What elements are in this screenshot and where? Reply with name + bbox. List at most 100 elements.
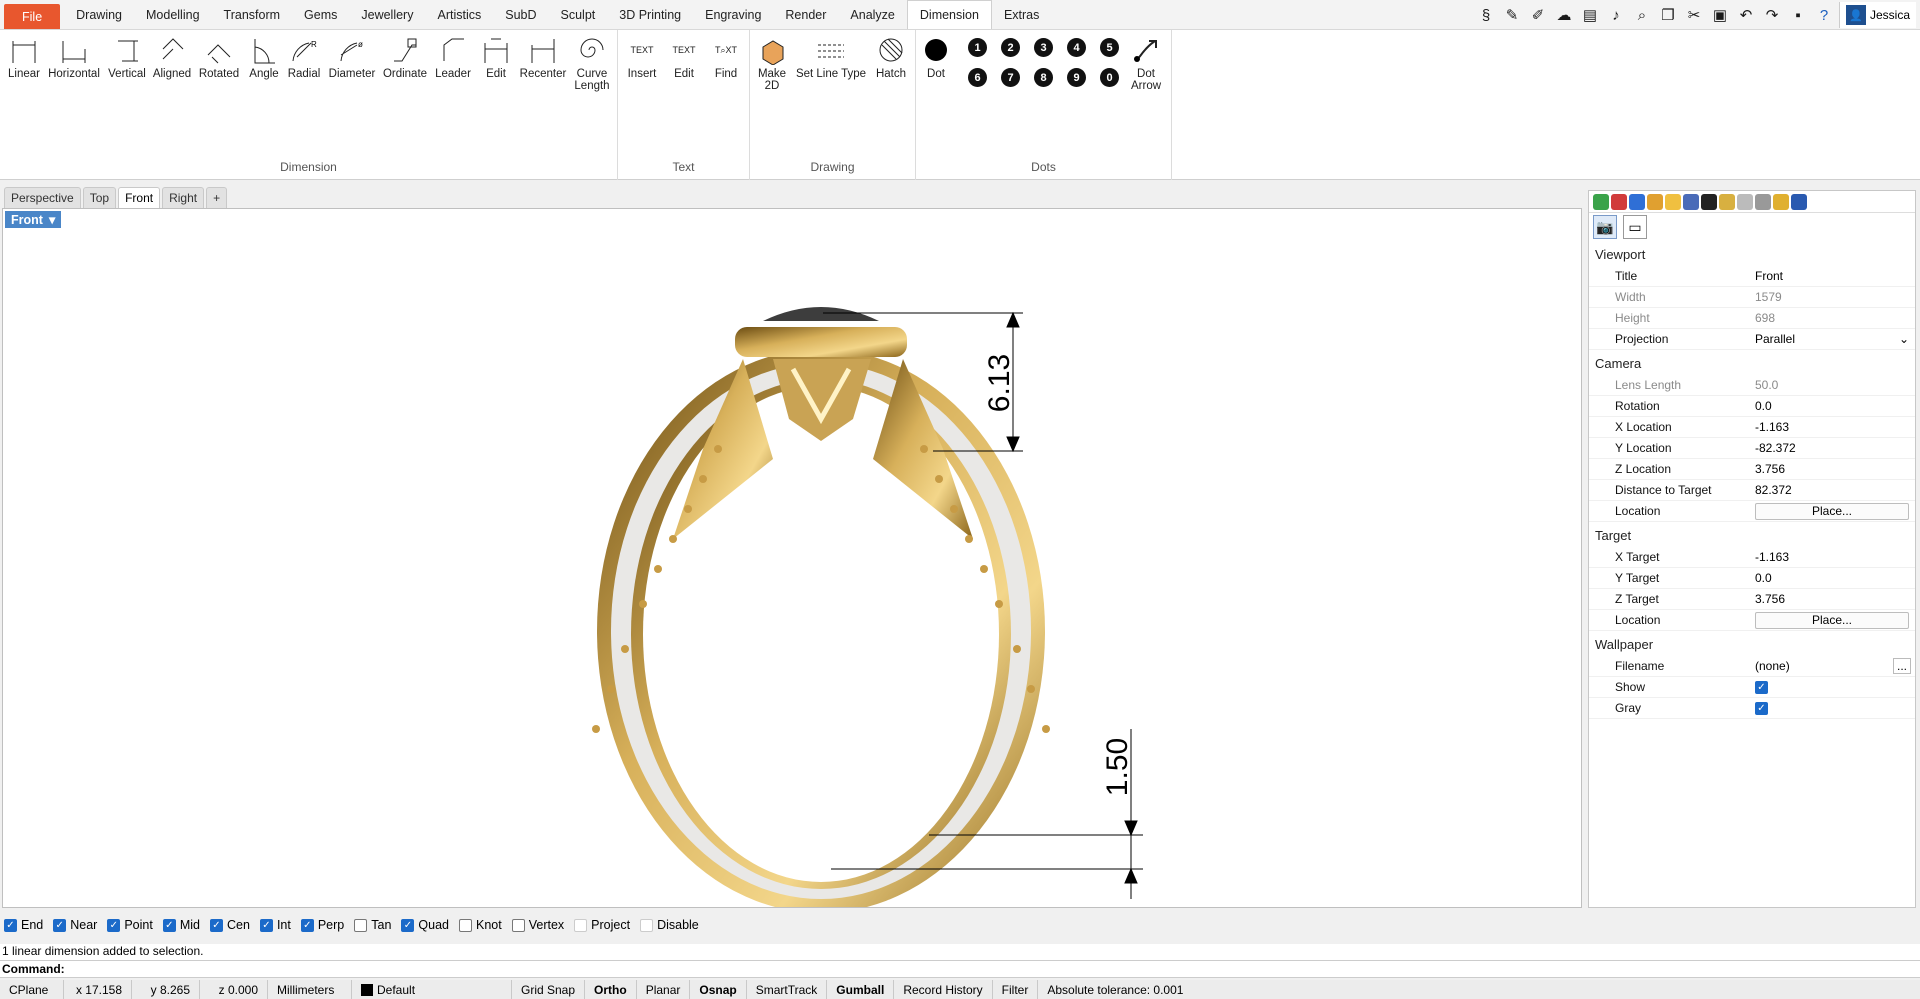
rg-icon[interactable] — [1701, 193, 1717, 210]
osnap-cen-checkbox[interactable]: ✓ — [210, 918, 223, 932]
dot-0-button[interactable]: 0 — [1100, 68, 1119, 87]
linear-button[interactable]: Linear — [6, 32, 42, 80]
tab-front[interactable]: Front — [118, 187, 161, 208]
find-text-button[interactable]: T⌕XT Find — [710, 32, 742, 80]
osnap-disable-checkbox[interactable] — [640, 918, 654, 932]
dot-2-button[interactable]: 2 — [1001, 38, 1020, 57]
filter-toggle[interactable]: Filter — [993, 980, 1039, 999]
radial-button[interactable]: R Radial — [286, 32, 322, 80]
render-icon[interactable] — [1611, 193, 1627, 210]
angle-button[interactable]: Angle — [246, 32, 282, 80]
dot-8-button[interactable]: 8 — [1034, 68, 1053, 87]
edit-dimension-button[interactable]: Edit — [480, 32, 512, 80]
curve-length-button[interactable]: Curve Length — [570, 32, 614, 92]
dimension-top-value[interactable]: 6.13 — [983, 354, 1016, 412]
osnap-point-checkbox[interactable]: ✓ — [107, 918, 121, 932]
viewport-title[interactable]: Front ▾ — [5, 211, 62, 228]
menu-3d-printing[interactable]: 3D Printing — [607, 0, 693, 29]
tab-perspective[interactable]: Perspective — [4, 187, 81, 208]
lights-icon[interactable] — [1647, 193, 1663, 210]
viewport-frame-icon[interactable]: ▭ — [1623, 215, 1647, 239]
smarttrack-toggle[interactable]: SmartTrack — [747, 980, 828, 999]
diameter-button[interactable]: ø Diameter — [328, 32, 376, 80]
gems-icon[interactable] — [1719, 193, 1735, 210]
osnap-near-checkbox[interactable]: ✓ — [53, 918, 67, 932]
title-field[interactable]: Front — [1749, 266, 1915, 286]
dot-1-button[interactable]: 1 — [968, 38, 987, 57]
leader-button[interactable]: Leader — [432, 32, 474, 80]
camera-icon[interactable]: 📷 — [1593, 215, 1617, 239]
camera-place-button[interactable]: Place... — [1755, 502, 1909, 520]
osnap-int[interactable]: ✓ Int — [259, 918, 291, 932]
user-account[interactable]: 👤 Jessica — [1838, 2, 1916, 28]
horizontal-button[interactable]: Horizontal — [48, 32, 100, 80]
insert-text-button[interactable]: TEXT Insert — [626, 32, 658, 80]
clapper-icon[interactable]: ▤ — [1579, 4, 1601, 26]
osnap-end-checkbox[interactable]: ✓ — [4, 918, 17, 932]
y-location-field[interactable]: -82.372 — [1749, 438, 1915, 458]
osnap-cen[interactable]: ✓ Cen — [210, 918, 250, 932]
menu-transform[interactable]: Transform — [212, 0, 293, 29]
osnap-project-checkbox[interactable] — [574, 918, 588, 932]
ordinate-button[interactable]: Ordinate — [382, 32, 428, 80]
menu-drawing[interactable]: Drawing — [64, 0, 134, 29]
vertical-button[interactable]: Vertical — [106, 32, 148, 80]
microphone-icon[interactable]: ♪ — [1605, 4, 1627, 26]
osnap-knot[interactable]: Knot — [459, 918, 502, 932]
dot-4-button[interactable]: 4 — [1067, 38, 1086, 57]
z-target-field[interactable]: 3.756 — [1749, 589, 1915, 609]
menu-jewellery[interactable]: Jewellery — [349, 0, 425, 29]
make2d-button[interactable]: Make 2D — [754, 32, 790, 92]
osnap-project[interactable]: Project — [574, 918, 630, 932]
menu-analyze[interactable]: Analyze — [838, 0, 906, 29]
osnap-int-checkbox[interactable]: ✓ — [259, 918, 273, 932]
menu-subd[interactable]: SubD — [493, 0, 548, 29]
menu-gems[interactable]: Gems — [292, 0, 349, 29]
dot-5-button[interactable]: 5 — [1100, 38, 1119, 57]
layers-icon[interactable] — [1683, 193, 1699, 210]
cloud-icon[interactable]: ☁ — [1553, 4, 1575, 26]
menu-extras[interactable]: Extras — [992, 0, 1051, 29]
show-checkbox[interactable]: ✓ — [1755, 680, 1768, 694]
osnap-quad[interactable]: ✓ Quad — [401, 918, 449, 932]
menu-render[interactable]: Render — [773, 0, 838, 29]
osnap-tan[interactable]: Tan — [354, 918, 391, 932]
ortho-toggle[interactable]: Ortho — [585, 980, 637, 999]
x-target-field[interactable]: -1.163 — [1749, 547, 1915, 567]
x-location-field[interactable]: -1.163 — [1749, 417, 1915, 437]
redo-icon[interactable]: ↷ — [1761, 4, 1783, 26]
cplane-label[interactable]: CPlane — [0, 980, 64, 999]
dot-button[interactable]: Dot — [920, 32, 952, 80]
zoom-icon[interactable]: ⌕ — [1631, 4, 1653, 26]
z-location-field[interactable]: 3.756 — [1749, 459, 1915, 479]
environment-icon[interactable] — [1629, 193, 1645, 210]
osnap-tan-checkbox[interactable] — [354, 918, 368, 932]
cut-icon[interactable]: ✂ — [1683, 4, 1705, 26]
osnap-mid[interactable]: ✓ Mid — [162, 918, 200, 932]
osnap-mid-checkbox[interactable]: ✓ — [162, 918, 176, 932]
osnap-vertex-checkbox[interactable] — [511, 918, 525, 932]
osnap-toggle[interactable]: Osnap — [690, 980, 747, 999]
recenter-button[interactable]: Recenter — [518, 32, 568, 80]
command-line[interactable]: Command: — [0, 960, 1920, 978]
aligned-button[interactable]: Aligned — [152, 32, 192, 80]
menu-modelling[interactable]: Modelling — [134, 0, 212, 29]
sketch-icon[interactable]: ✎ — [1501, 4, 1523, 26]
distance-field[interactable]: 82.372 — [1749, 480, 1915, 500]
dot-7-button[interactable]: 7 — [1001, 68, 1020, 87]
rotation-field[interactable]: 0.0 — [1749, 396, 1915, 416]
bulb-icon[interactable] — [1773, 193, 1789, 210]
paste-icon[interactable]: ▣ — [1709, 4, 1731, 26]
menu-dimension[interactable]: Dimension — [906, 0, 992, 29]
projection-select[interactable]: Parallel ⌄ — [1749, 329, 1915, 349]
planar-toggle[interactable]: Planar — [637, 980, 691, 999]
layer-indicator[interactable]: Default — [352, 980, 512, 999]
file-menu[interactable]: File — [4, 4, 61, 29]
target-place-button[interactable]: Place... — [1755, 611, 1909, 629]
grid-snap-toggle[interactable]: Grid Snap — [512, 980, 586, 999]
osnap-point[interactable]: ✓ Point — [107, 918, 153, 932]
tab-right[interactable]: Right — [162, 187, 205, 208]
hatch-button[interactable]: Hatch — [872, 32, 910, 80]
folder-icon[interactable] — [1665, 193, 1681, 210]
save-icon[interactable]: ▪ — [1787, 4, 1809, 26]
